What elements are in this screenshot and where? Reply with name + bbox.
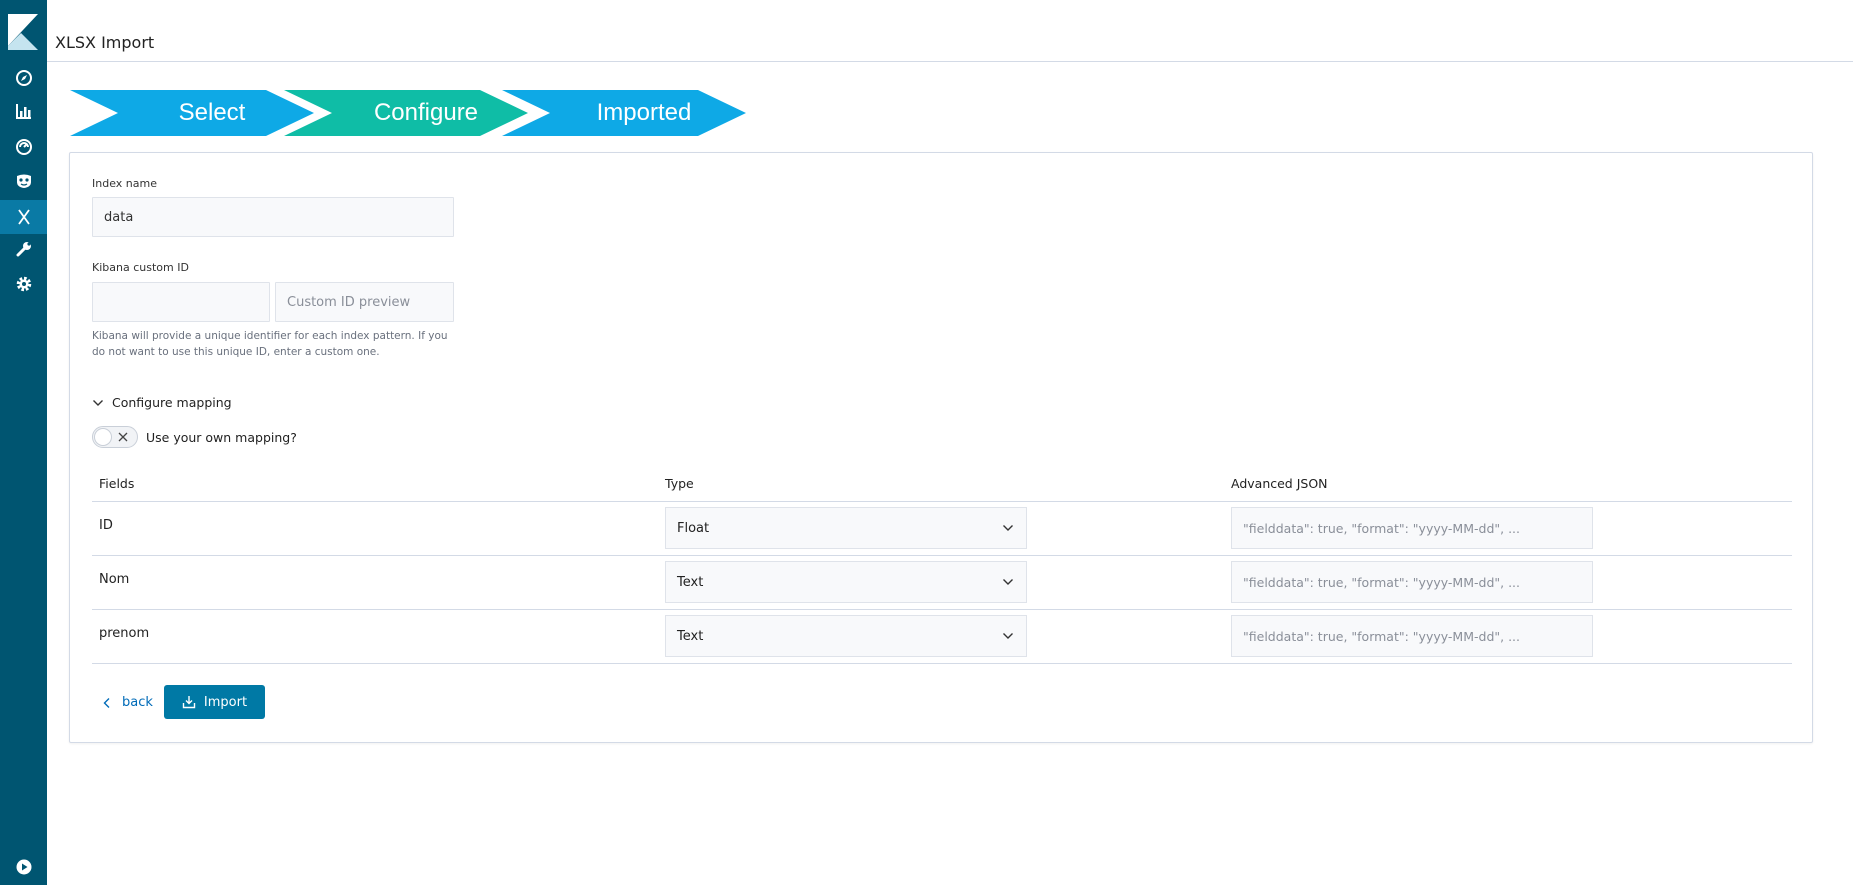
advanced-json-input[interactable]: "fielddata": true, "format": "yyyy-MM-dd… xyxy=(1231,561,1593,603)
dashboard-icon[interactable] xyxy=(0,130,47,164)
type-select[interactable]: Float xyxy=(665,507,1027,549)
import-panel: Index name data Kibana custom ID Custom … xyxy=(69,152,1813,743)
import-button-label: Import xyxy=(203,694,248,710)
chevron-down-icon xyxy=(1003,633,1013,639)
import-button[interactable]: Import xyxy=(164,685,265,719)
type-select-value: Float xyxy=(677,520,710,536)
step-select-label: Select xyxy=(178,99,246,126)
step-imported-label: Imported xyxy=(596,99,692,126)
column-header-advanced-json: Advanced JSON xyxy=(1231,476,1328,491)
step-imported[interactable]: Imported xyxy=(502,90,746,136)
step-configure-label: Configure xyxy=(373,99,479,126)
chevron-down-icon xyxy=(1003,525,1013,531)
bar-chart-icon[interactable] xyxy=(0,94,47,128)
index-name-label: Index name xyxy=(92,177,157,190)
index-name-input[interactable]: data xyxy=(92,197,454,237)
advanced-json-input[interactable]: "fielddata": true, "format": "yyyy-MM-dd… xyxy=(1231,615,1593,657)
top-bar: XLSX Import xyxy=(47,0,1853,62)
sidebar xyxy=(0,0,47,885)
advanced-json-input[interactable]: "fielddata": true, "format": "yyyy-MM-dd… xyxy=(1231,507,1593,549)
close-icon xyxy=(118,432,128,442)
column-header-fields: Fields xyxy=(99,476,135,491)
back-button[interactable]: back xyxy=(102,695,153,710)
import-icon xyxy=(182,696,196,709)
row-divider xyxy=(92,609,1792,610)
switch-knob xyxy=(94,428,112,446)
field-name: prenom xyxy=(99,626,150,641)
custom-id-preview-field[interactable]: Custom ID preview xyxy=(275,282,454,322)
type-select-value: Text xyxy=(677,628,704,644)
chevron-left-icon xyxy=(103,697,110,708)
wrench-icon[interactable] xyxy=(0,232,47,266)
custom-id-input[interactable] xyxy=(92,282,270,322)
kibana-logo-icon[interactable] xyxy=(0,0,47,58)
own-mapping-switch-row: Use your own mapping? xyxy=(92,426,297,448)
step-configure[interactable]: Configure xyxy=(284,90,528,136)
play-icon[interactable] xyxy=(0,850,47,884)
custom-id-label: Kibana custom ID xyxy=(92,261,189,274)
chevron-down-icon xyxy=(93,399,103,406)
type-select[interactable]: Text xyxy=(665,561,1027,603)
configure-mapping-accordion[interactable]: Configure mapping xyxy=(92,395,232,410)
step-select[interactable]: Select xyxy=(70,90,314,136)
type-select[interactable]: Text xyxy=(665,615,1027,657)
configure-mapping-label: Configure mapping xyxy=(112,395,232,410)
row-divider xyxy=(92,663,1792,664)
column-header-type: Type xyxy=(665,476,694,491)
mask-icon[interactable] xyxy=(0,164,47,198)
type-select-value: Text xyxy=(677,574,704,590)
chevron-down-icon xyxy=(1003,579,1013,585)
own-mapping-label: Use your own mapping? xyxy=(146,429,297,445)
field-name: ID xyxy=(99,518,113,533)
row-divider xyxy=(92,555,1792,556)
gear-icon[interactable] xyxy=(0,267,47,301)
x-icon[interactable] xyxy=(0,200,47,234)
page-title: XLSX Import xyxy=(55,33,155,52)
table-header-divider xyxy=(92,501,1792,502)
own-mapping-switch[interactable] xyxy=(92,426,138,448)
field-name: Nom xyxy=(99,572,130,587)
back-button-label: back xyxy=(122,695,153,710)
compass-icon[interactable] xyxy=(0,61,47,95)
custom-id-help-text: Kibana will provide a unique identifier … xyxy=(92,330,448,358)
